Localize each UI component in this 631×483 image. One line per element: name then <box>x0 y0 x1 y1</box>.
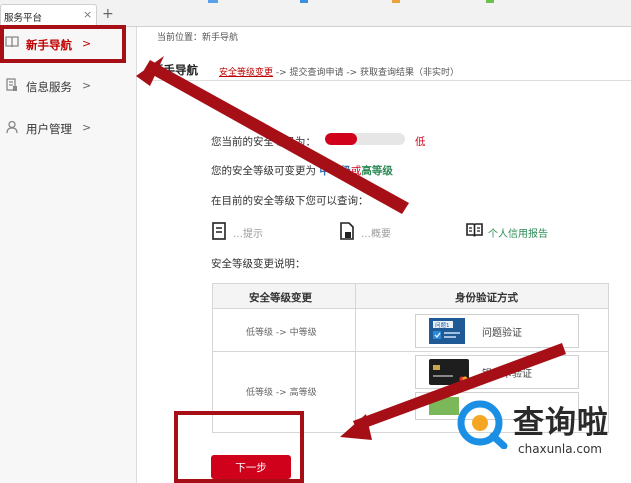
site-watermark: 查询啦 chaxunla.com <box>456 393 626 468</box>
watermark-url: chaxunla.com <box>518 442 602 456</box>
annotation-arrow-nav <box>144 60 409 214</box>
magnifier-logo-icon <box>456 399 508 452</box>
watermark-title: 查询啦 <box>513 405 609 441</box>
